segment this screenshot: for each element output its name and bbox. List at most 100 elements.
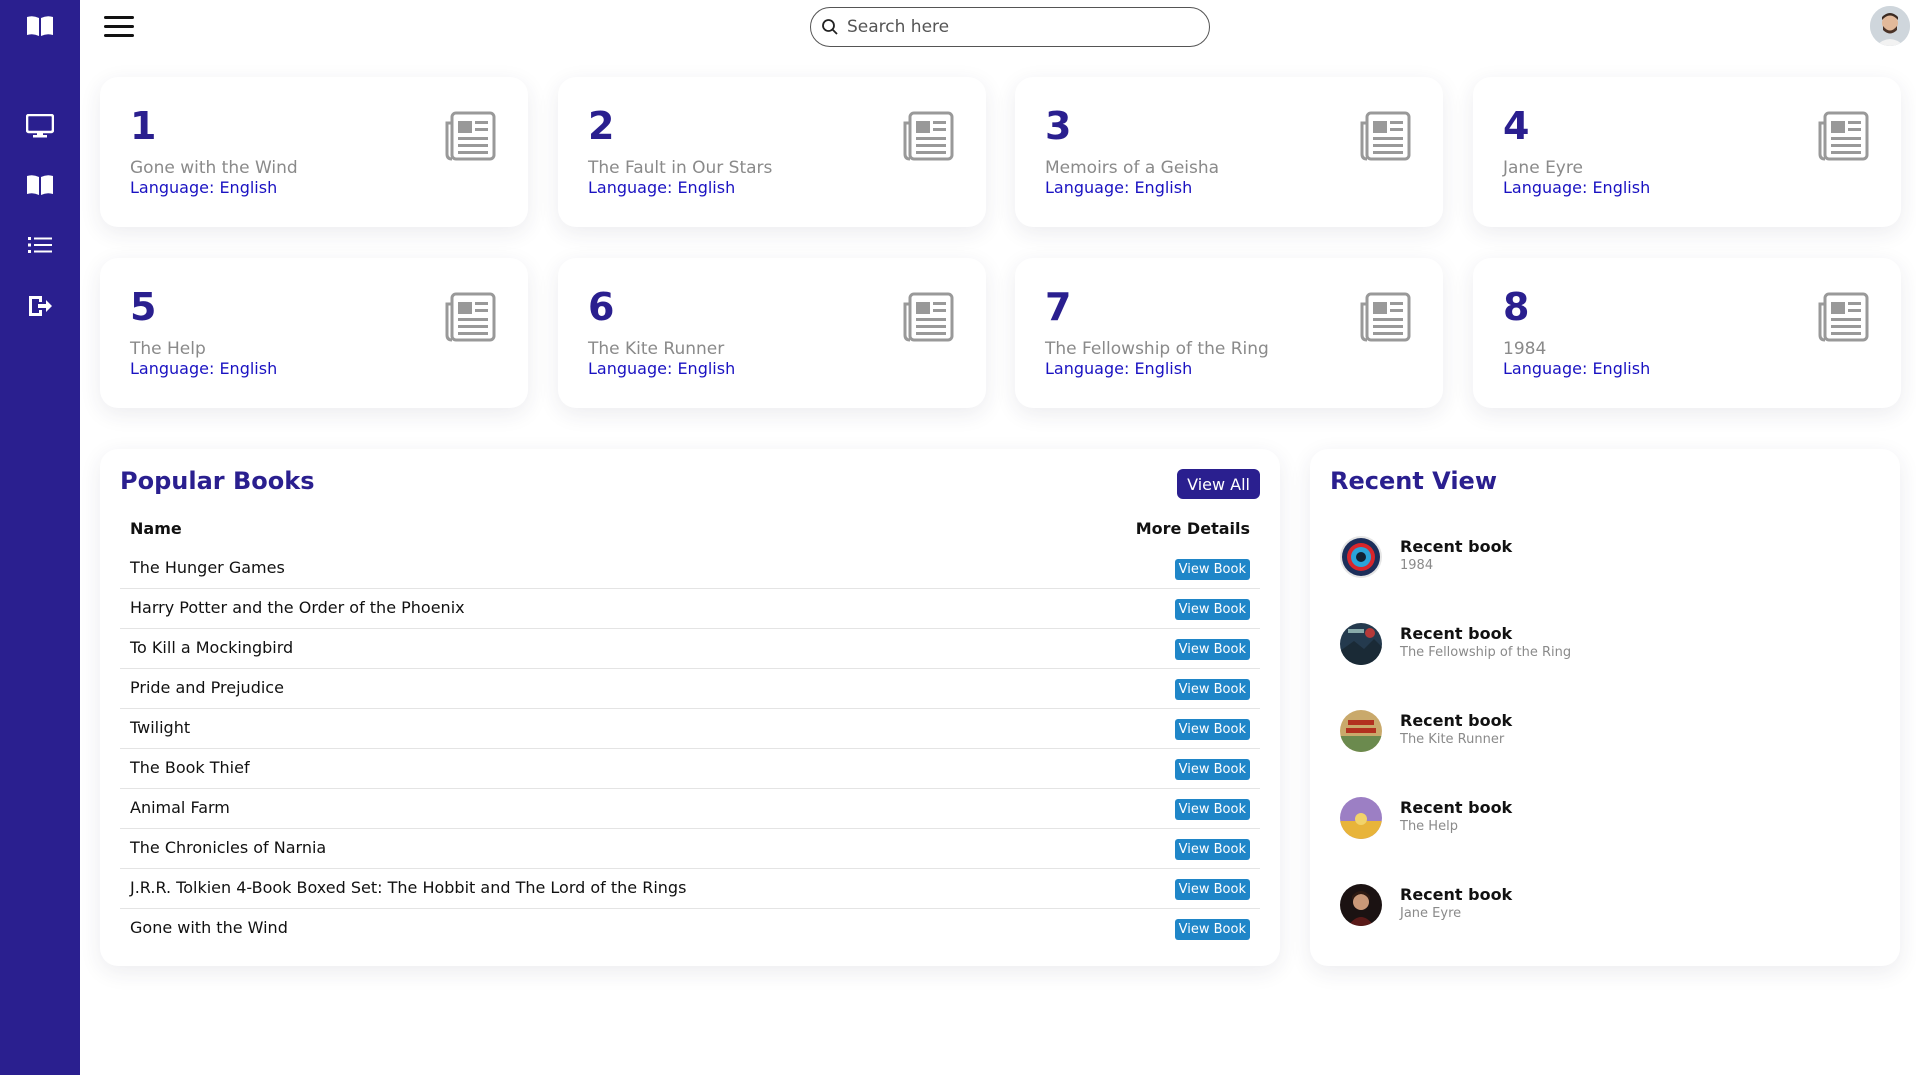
book-card[interactable]: 4 Jane Eyre Language: English [1473, 77, 1901, 227]
panel-title: Recent View [1330, 467, 1498, 495]
column-header-name: Name [130, 519, 182, 538]
card-number: 7 [1045, 285, 1072, 329]
card-title: The Fault in Our Stars [588, 158, 773, 178]
recent-list: Recent book 1984 Recent book The Fellows… [1330, 531, 1850, 966]
card-title: The Kite Runner [588, 339, 725, 359]
recent-item[interactable]: Recent book 1984 [1330, 531, 1850, 618]
book-name: The Chronicles of Narnia [130, 838, 327, 857]
popular-books-panel: Popular Books View All Name More Details… [100, 449, 1280, 966]
card-number: 8 [1503, 285, 1530, 329]
table-row: The Book Thief View Book [120, 749, 1260, 789]
recent-item-book: Jane Eyre [1400, 906, 1462, 921]
recent-item-book: The Fellowship of the Ring [1400, 645, 1572, 660]
book-card[interactable]: 8 1984 Language: English [1473, 258, 1901, 408]
view-all-button[interactable]: View All [1177, 469, 1260, 499]
card-number: 5 [130, 285, 157, 329]
recent-item-label: Recent book [1400, 885, 1513, 904]
newspaper-icon [1360, 292, 1411, 342]
newspaper-icon [1818, 111, 1869, 161]
book-name: Pride and Prejudice [130, 678, 284, 697]
card-language: Language: English [130, 178, 278, 197]
book-card[interactable]: 2 The Fault in Our Stars Language: Engli… [558, 77, 986, 227]
recent-item-label: Recent book [1400, 537, 1513, 556]
view-book-button[interactable]: View Book [1174, 599, 1250, 620]
book-card[interactable]: 3 Memoirs of a Geisha Language: English [1015, 77, 1443, 227]
recent-item-label: Recent book [1400, 711, 1513, 730]
book-name: Twilight [130, 718, 191, 737]
book-name: Gone with the Wind [130, 918, 288, 937]
search-input[interactable] [847, 17, 1187, 37]
card-language: Language: English [130, 359, 278, 378]
card-language: Language: English [1045, 359, 1193, 378]
book-card[interactable]: 7 The Fellowship of the Ring Language: E… [1015, 258, 1443, 408]
view-book-button[interactable]: View Book [1174, 759, 1250, 780]
view-book-button[interactable]: View Book [1174, 719, 1250, 740]
recent-item-book: The Kite Runner [1400, 732, 1505, 747]
newspaper-icon [445, 111, 496, 161]
book-name: J.R.R. Tolkien 4-Book Boxed Set: The Hob… [130, 878, 687, 897]
list-icon[interactable] [0, 223, 80, 267]
view-book-button[interactable]: View Book [1174, 679, 1250, 700]
view-book-button[interactable]: View Book [1174, 839, 1250, 860]
recent-item[interactable]: Recent book The Help [1330, 792, 1850, 879]
sign-out-icon[interactable] [0, 284, 80, 328]
book-name: The Book Thief [130, 758, 250, 777]
view-book-button[interactable]: View Book [1174, 559, 1250, 580]
table-row: To Kill a Mockingbird View Book [120, 629, 1260, 669]
book-card[interactable]: 5 The Help Language: English [100, 258, 528, 408]
column-header-details: More Details [1135, 519, 1250, 538]
recent-item[interactable]: Recent book Jane Eyre [1330, 879, 1850, 966]
book-thumbnail [1340, 536, 1382, 578]
recent-item-label: Recent book [1400, 798, 1513, 817]
card-number: 2 [588, 104, 615, 148]
recent-item-book: 1984 [1400, 558, 1434, 573]
table-row: Gone with the Wind View Book [120, 909, 1260, 949]
newspaper-icon [903, 111, 954, 161]
card-language: Language: English [588, 359, 736, 378]
search-icon [822, 19, 838, 35]
recent-item[interactable]: Recent book The Fellowship of the Ring [1330, 618, 1850, 705]
card-language: Language: English [1045, 178, 1193, 197]
card-language: Language: English [588, 178, 736, 197]
book-card[interactable]: 1 Gone with the Wind Language: English [100, 77, 528, 227]
sidebar [0, 0, 80, 1075]
avatar[interactable] [1870, 6, 1910, 46]
newspaper-icon [1360, 111, 1411, 161]
search-box[interactable] [810, 7, 1210, 47]
book-name: Harry Potter and the Order of the Phoeni… [130, 598, 465, 617]
view-book-button[interactable]: View Book [1174, 639, 1250, 660]
table-row: Twilight View Book [120, 709, 1260, 749]
monitor-icon[interactable] [0, 104, 80, 148]
table-row: Animal Farm View Book [120, 789, 1260, 829]
card-title: The Fellowship of the Ring [1045, 339, 1269, 359]
book-thumbnail [1340, 623, 1382, 665]
view-book-button[interactable]: View Book [1174, 799, 1250, 820]
table-row: Harry Potter and the Order of the Phoeni… [120, 589, 1260, 629]
view-book-button[interactable]: View Book [1174, 919, 1250, 940]
card-number: 3 [1045, 104, 1072, 148]
book-name: The Hunger Games [130, 558, 285, 577]
book-card[interactable]: 6 The Kite Runner Language: English [558, 258, 986, 408]
newspaper-icon [1818, 292, 1869, 342]
card-language: Language: English [1503, 178, 1651, 197]
menu-toggle-icon[interactable] [104, 16, 136, 40]
newspaper-icon [445, 292, 496, 342]
table-row: Pride and Prejudice View Book [120, 669, 1260, 709]
newspaper-icon [903, 292, 954, 342]
view-book-button[interactable]: View Book [1174, 879, 1250, 900]
book-open-icon[interactable] [0, 163, 80, 207]
card-title: The Help [130, 339, 206, 359]
logo-book-icon[interactable] [0, 4, 80, 48]
card-title: Gone with the Wind [130, 158, 298, 178]
recent-view-panel: Recent View Recent book 1984 Recent book… [1310, 449, 1900, 966]
card-number: 6 [588, 285, 615, 329]
card-number: 1 [130, 104, 157, 148]
card-language: Language: English [1503, 359, 1651, 378]
recent-item-book: The Help [1400, 819, 1458, 834]
recent-item[interactable]: Recent book The Kite Runner [1330, 705, 1850, 792]
book-name: To Kill a Mockingbird [130, 638, 294, 657]
book-thumbnail [1340, 710, 1382, 752]
topbar [80, 0, 1916, 56]
book-name: Animal Farm [130, 798, 230, 817]
card-title: Jane Eyre [1503, 158, 1583, 178]
